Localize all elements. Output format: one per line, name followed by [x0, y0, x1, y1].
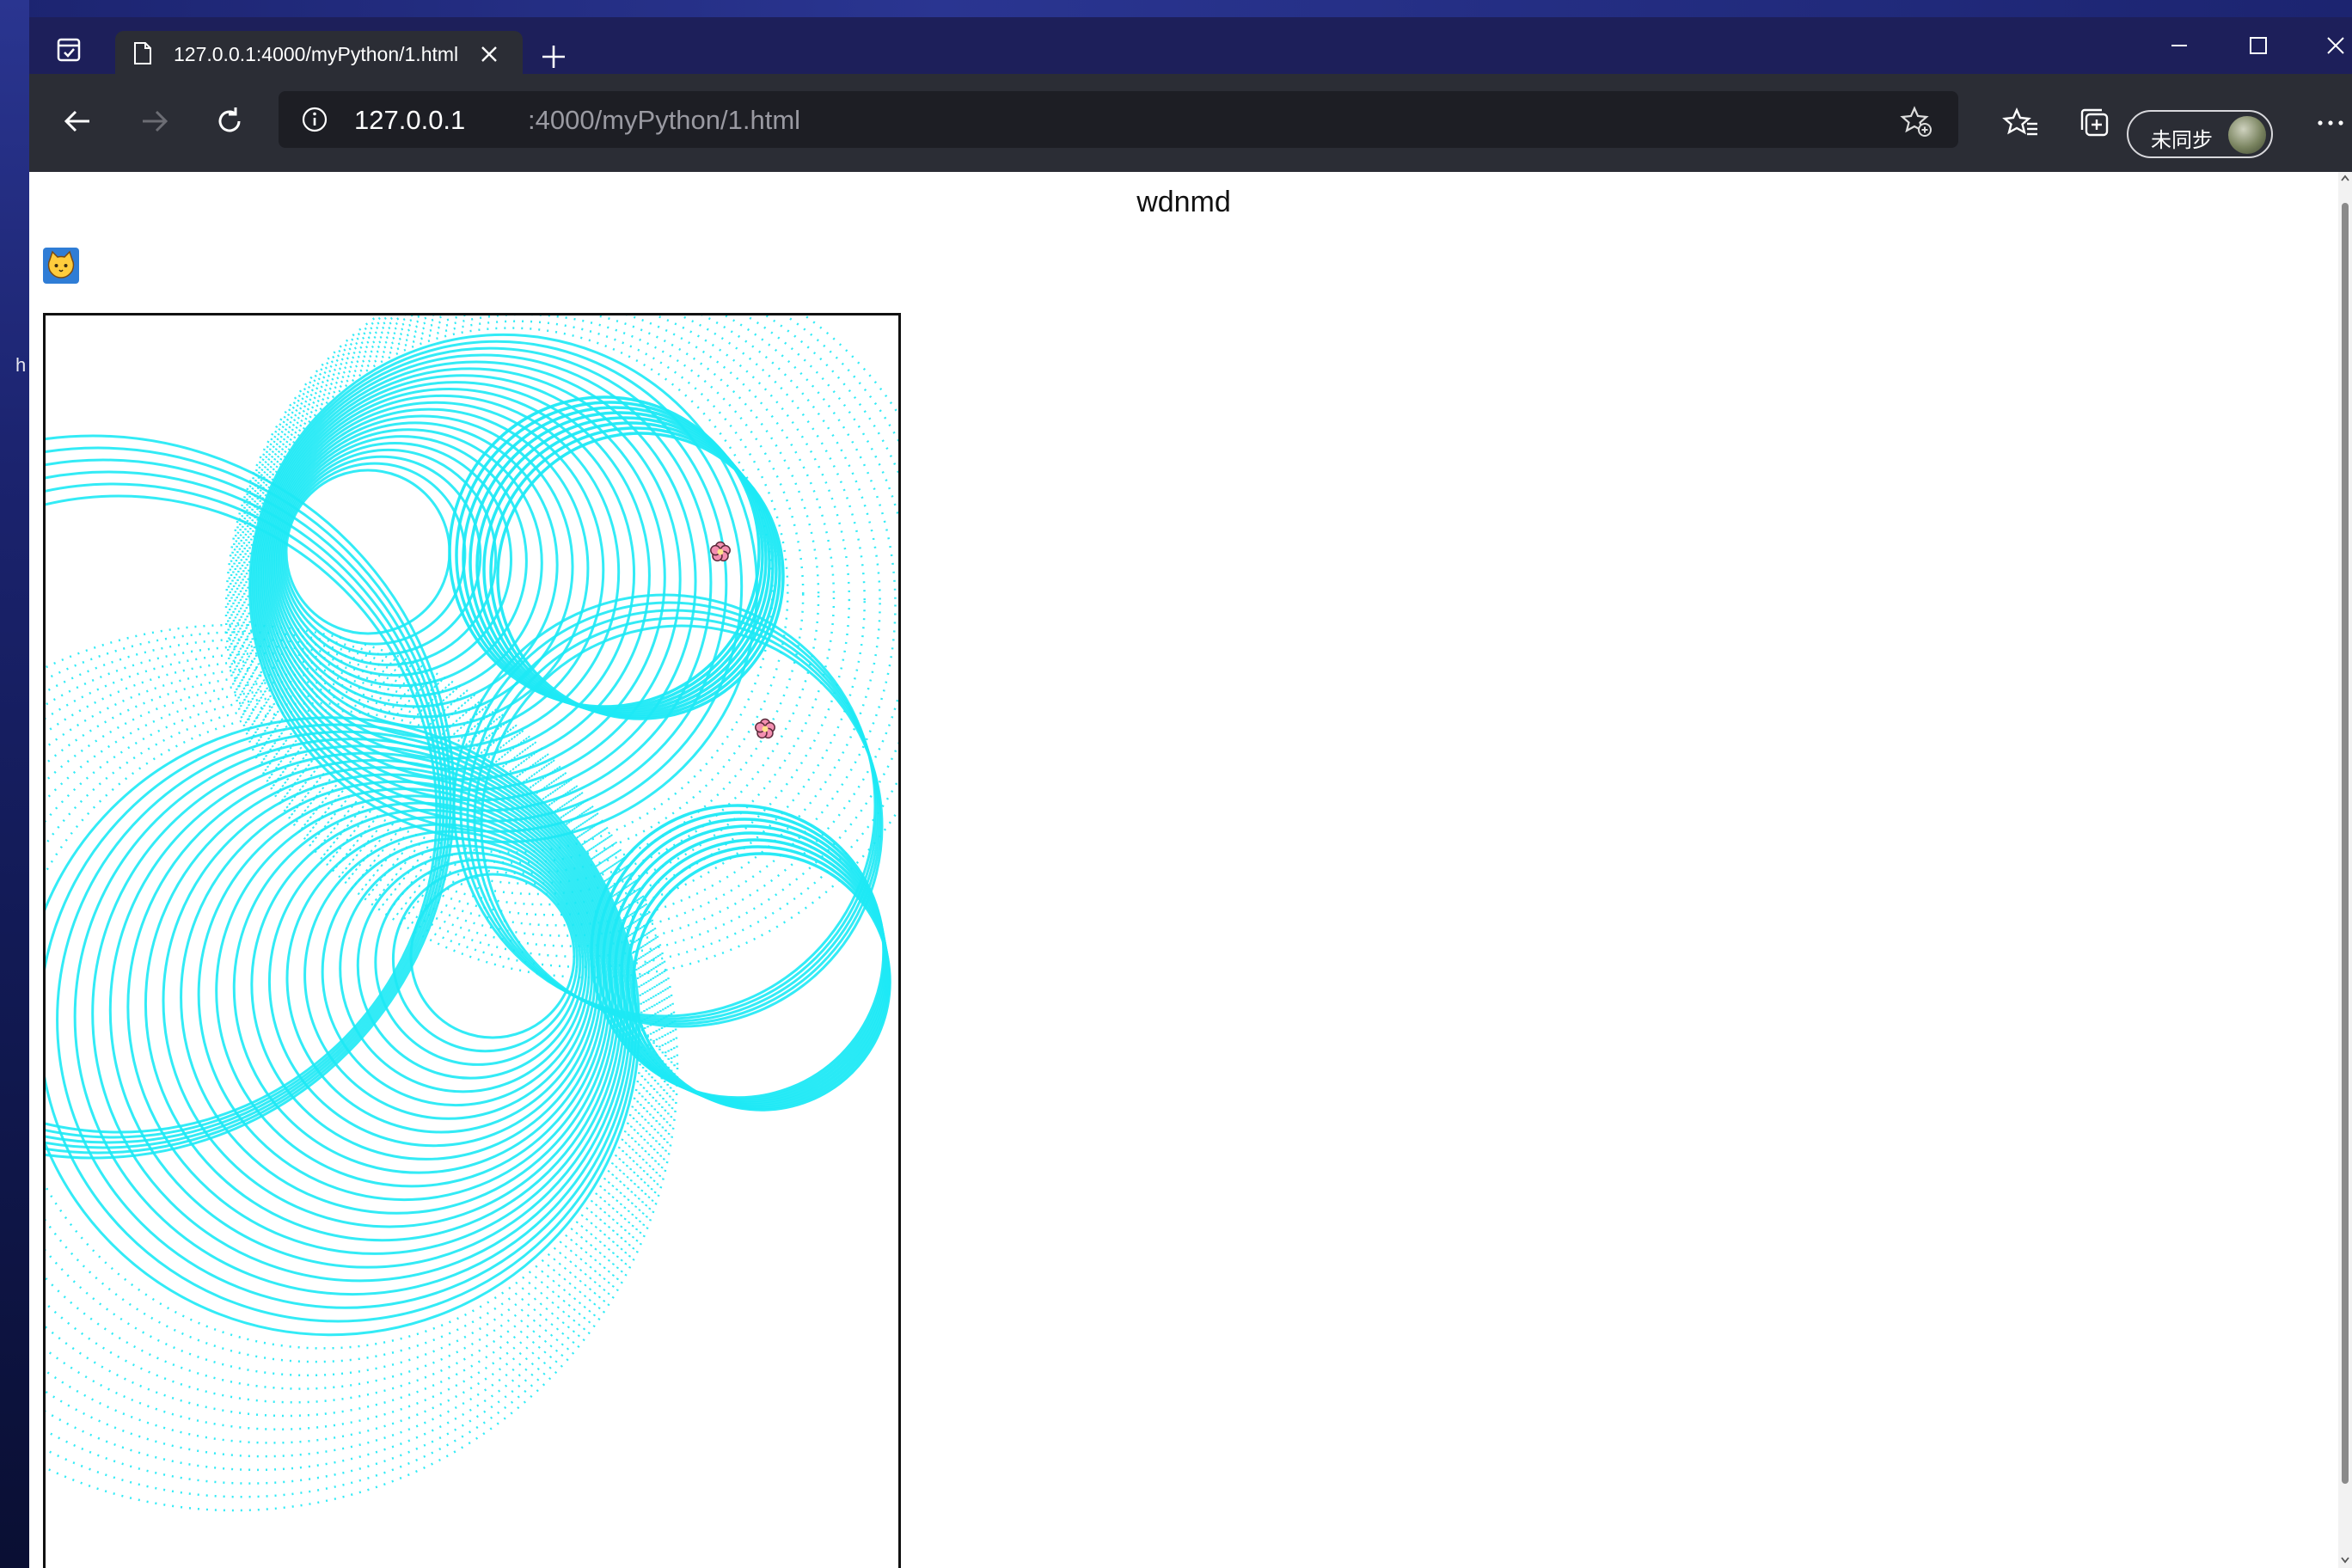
avatar: [2228, 116, 2266, 154]
back-arrow-icon[interactable]: [58, 101, 98, 141]
page-content: wdnmd: [29, 172, 2352, 1568]
url-path: :4000/myPython/1.html: [528, 105, 801, 135]
url-host: 127.0.0.1: [354, 105, 466, 135]
spiral-ring: [283, 462, 467, 646]
forward-arrow-icon[interactable]: [134, 101, 174, 141]
spiral-ring: [339, 844, 588, 1093]
favorites-icon[interactable]: [2001, 103, 2041, 143]
profile-sync-button[interactable]: 未同步: [2127, 110, 2273, 158]
tab-title: 127.0.0.1:4000/myPython/1.html: [174, 43, 459, 65]
scroll-down-arrow-icon[interactable]: [2340, 1554, 2350, 1565]
page-icon: [134, 42, 151, 64]
minimize-icon[interactable]: [2165, 31, 2194, 60]
flower-marker-icon: [710, 541, 731, 562]
window-close-icon[interactable]: [2321, 31, 2350, 60]
spiral-ring: [46, 652, 667, 1458]
close-icon[interactable]: [480, 45, 499, 64]
spiral-ring: [321, 837, 591, 1107]
spiral-ring: [632, 852, 891, 1112]
spiral-ring: [391, 866, 579, 1053]
spiral-ring: [46, 446, 452, 1155]
desktop-wallpaper: [0, 0, 29, 1568]
sync-label: 未同步: [2151, 129, 2213, 152]
tab-bar: 127.0.0.1:4000/myPython/1.html: [29, 17, 2352, 74]
browser-window: 127.0.0.1 :4000/myPython/1.html 127.0.0.1…: [29, 17, 2352, 1568]
cat-face-icon[interactable]: [43, 248, 79, 284]
refresh-icon[interactable]: [210, 101, 249, 141]
more-icon[interactable]: [2311, 103, 2350, 143]
browser-tab[interactable]: 127.0.0.1:4000/myPython/1.html: [115, 31, 523, 74]
collections-icon[interactable]: [2075, 103, 2115, 143]
desktop-label: h: [15, 354, 27, 376]
flower-marker-icon: [755, 718, 775, 739]
spiral-drawing: [46, 315, 898, 1512]
tab-actions-icon[interactable]: [55, 36, 83, 64]
scrollbar[interactable]: [2338, 172, 2352, 1568]
star-plus-icon[interactable]: [1900, 105, 1932, 138]
info-icon[interactable]: [301, 106, 328, 133]
page-heading: wdnmd: [1136, 186, 1231, 218]
drawing-canvas[interactable]: [43, 313, 901, 1568]
scroll-up-arrow-icon[interactable]: [2340, 174, 2350, 184]
browser-toolbar: 127.0.0.1 :4000/myPython/1.html 未同步: [29, 74, 2352, 172]
maximize-icon[interactable]: [2244, 31, 2273, 60]
address-bar[interactable]: 127.0.0.1 :4000/myPython/1.html: [279, 91, 1958, 148]
spiral-ring: [46, 458, 449, 1149]
scrollbar-thumb[interactable]: [2342, 203, 2349, 1484]
new-tab-plus-icon[interactable]: [540, 43, 567, 70]
desktop-background: [0, 0, 2352, 17]
